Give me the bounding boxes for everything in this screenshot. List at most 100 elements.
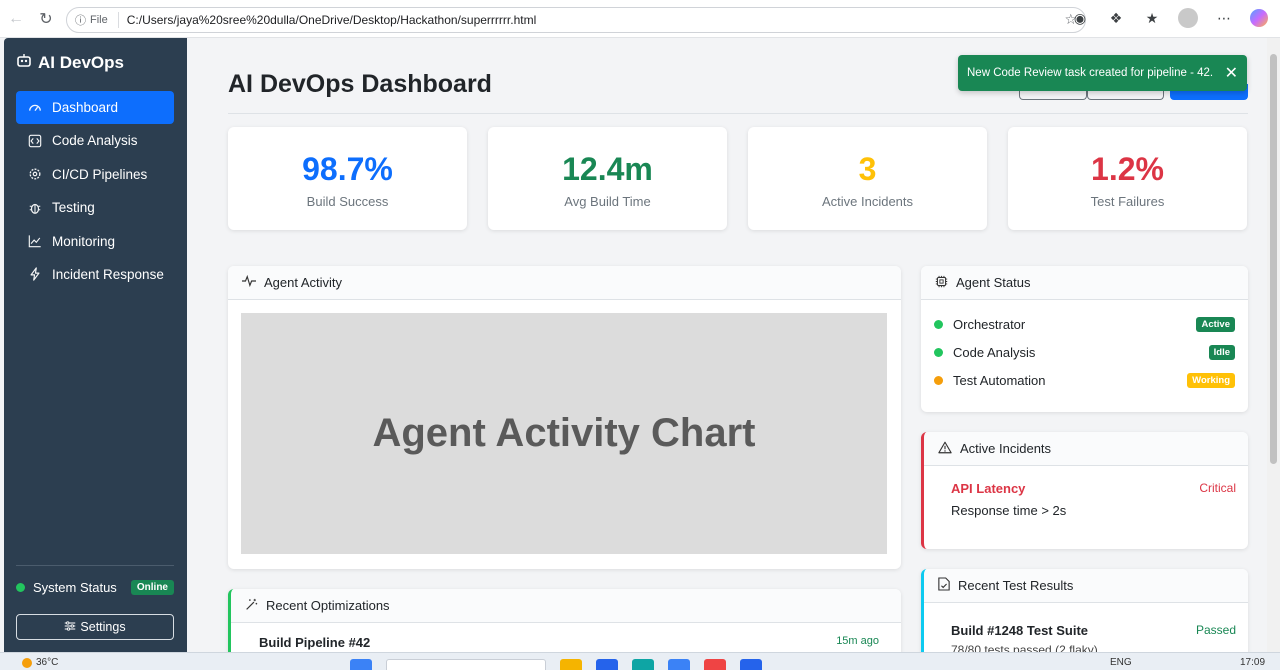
start-icon[interactable] bbox=[350, 659, 372, 670]
gear-icon bbox=[28, 167, 42, 181]
code-square-icon bbox=[28, 134, 42, 148]
sidebar-item-incident-response[interactable]: Incident Response bbox=[16, 258, 174, 291]
address-bar[interactable]: ⓘ File C:/Users/jaya%20sree%20dulla/OneD… bbox=[66, 7, 1086, 33]
sidebar-item-label: Dashboard bbox=[52, 100, 119, 115]
file-label: File bbox=[90, 14, 108, 26]
language-indicator[interactable]: ENG bbox=[1110, 657, 1132, 668]
more-icon[interactable]: ⋯ bbox=[1214, 8, 1234, 28]
agent-name: Orchestrator bbox=[953, 316, 1026, 332]
system-status-label: System Status bbox=[33, 580, 117, 595]
shield-extension-icon[interactable]: ◉ bbox=[1070, 8, 1090, 28]
incident-item[interactable]: API Latency Critical Response time > 2s bbox=[924, 466, 1248, 518]
title-divider bbox=[228, 113, 1248, 114]
status-dot bbox=[16, 583, 25, 592]
page-scrollbar[interactable] bbox=[1267, 38, 1280, 652]
file-chip[interactable]: ⓘ File bbox=[75, 12, 119, 28]
optimization-item[interactable]: Build Pipeline #42 15m ago bbox=[259, 635, 879, 650]
stat-label: Avg Build Time bbox=[564, 194, 651, 209]
back-icon[interactable]: ← bbox=[2, 5, 30, 33]
favorites-icon[interactable]: ★ bbox=[1142, 8, 1162, 28]
card-title: Recent Optimizations bbox=[266, 598, 390, 613]
stat-card-build-success: 98.7% Build Success bbox=[228, 127, 467, 230]
magic-wand-icon bbox=[245, 598, 258, 614]
stat-label: Test Failures bbox=[1090, 194, 1165, 209]
stat-label: Build Success bbox=[306, 194, 389, 209]
sidebar: AI DevOps Dashboard Code Analysis CI/CD … bbox=[4, 38, 187, 652]
cpu-icon bbox=[935, 275, 948, 291]
stat-card-active-incidents: 3 Active Incidents bbox=[748, 127, 987, 230]
card-header: Recent Test Results bbox=[924, 569, 1248, 603]
taskbar-apps bbox=[350, 659, 762, 670]
stat-value: 1.2% bbox=[1091, 151, 1164, 187]
sidebar-item-code-analysis[interactable]: Code Analysis bbox=[16, 124, 174, 157]
graph-up-icon bbox=[28, 234, 42, 248]
stat-card-test-failures: 1.2% Test Failures bbox=[1008, 127, 1247, 230]
sidebar-item-label: Code Analysis bbox=[52, 133, 138, 149]
status-dot bbox=[934, 347, 943, 357]
puzzle-extension-icon[interactable]: ❖ bbox=[1106, 8, 1126, 28]
toast-message: New Code Review task created for pipelin… bbox=[967, 67, 1214, 79]
file-check-icon bbox=[938, 577, 950, 594]
stat-label: Active Incidents bbox=[821, 194, 914, 209]
brand-name: AI DevOps bbox=[38, 52, 124, 72]
close-icon[interactable]: ✕ bbox=[1225, 63, 1238, 83]
activity-icon bbox=[242, 274, 256, 290]
card-header: Active Incidents bbox=[924, 432, 1248, 466]
weather-widget[interactable]: 36°C bbox=[22, 657, 58, 668]
card-header: Agent Activity bbox=[228, 266, 901, 300]
agent-activity-chart-placeholder: Agent Activity Chart bbox=[241, 313, 887, 554]
test-result-name: Build #1248 Test Suite bbox=[951, 623, 1089, 638]
clock[interactable]: 17:09 bbox=[1240, 657, 1265, 668]
card-title: Agent Activity bbox=[264, 275, 343, 290]
stat-value: 3 bbox=[858, 151, 877, 187]
sidebar-item-cicd-pipelines[interactable]: CI/CD Pipelines bbox=[16, 158, 174, 191]
sidebar-item-label: Incident Response bbox=[52, 266, 164, 282]
sidebar-item-monitoring[interactable]: Monitoring bbox=[16, 225, 174, 258]
speedometer-icon bbox=[28, 101, 42, 115]
status-badge: Active bbox=[1196, 316, 1235, 332]
agent-name: Code Analysis bbox=[953, 344, 1036, 360]
app-icon[interactable] bbox=[704, 659, 726, 670]
sidebar-divider bbox=[16, 565, 174, 566]
test-result-item[interactable]: Build #1248 Test Suite Passed 78/80 test… bbox=[924, 603, 1248, 652]
sun-icon bbox=[22, 657, 32, 668]
profile-avatar[interactable] bbox=[1178, 8, 1198, 28]
agent-row-orchestrator: Orchestrator Active bbox=[921, 310, 1248, 338]
browser-app-icon[interactable] bbox=[596, 659, 618, 670]
page-title: AI DevOps Dashboard bbox=[228, 70, 492, 98]
app-icon[interactable] bbox=[740, 659, 762, 670]
card-title: Active Incidents bbox=[960, 441, 1052, 456]
lightning-icon bbox=[28, 267, 42, 282]
scrollbar-thumb[interactable] bbox=[1270, 54, 1277, 464]
sliders-icon bbox=[64, 620, 76, 635]
settings-button[interactable]: Settings bbox=[16, 614, 174, 640]
robot-icon bbox=[16, 52, 32, 73]
copilot-icon[interactable] bbox=[1250, 9, 1268, 27]
brand[interactable]: AI DevOps bbox=[16, 52, 124, 73]
sidebar-item-dashboard[interactable]: Dashboard bbox=[16, 91, 174, 124]
file-explorer-icon[interactable] bbox=[560, 659, 582, 670]
refresh-icon[interactable]: ↻ bbox=[32, 5, 60, 33]
app-icon[interactable] bbox=[632, 659, 654, 670]
status-badge: Online bbox=[130, 580, 174, 595]
agent-status-card: Agent Status Orchestrator Active Code An… bbox=[921, 266, 1248, 412]
sidebar-item-testing[interactable]: Testing bbox=[16, 191, 174, 224]
sidebar-item-label: CI/CD Pipelines bbox=[52, 166, 148, 182]
card-header: Recent Optimizations bbox=[231, 589, 901, 623]
stat-value: 12.4m bbox=[562, 151, 653, 187]
url-text: C:/Users/jaya%20sree%20dulla/OneDrive/De… bbox=[126, 13, 537, 27]
chart-placeholder-text: Agent Activity Chart bbox=[372, 411, 756, 455]
recent-test-results-card: Recent Test Results Build #1248 Test Sui… bbox=[921, 569, 1248, 652]
test-result-status: Passed bbox=[1195, 623, 1236, 637]
agent-row-code-analysis: Code Analysis Idle bbox=[921, 338, 1248, 366]
app-icon[interactable] bbox=[668, 659, 690, 670]
toast-notification: New Code Review task created for pipelin… bbox=[958, 55, 1247, 91]
status-badge: Working bbox=[1187, 372, 1235, 388]
active-incidents-card: Active Incidents API Latency Critical Re… bbox=[921, 432, 1248, 549]
card-title: Recent Test Results bbox=[958, 578, 1074, 593]
info-icon: ⓘ bbox=[75, 15, 86, 27]
status-dot bbox=[934, 375, 943, 385]
taskbar-search-box[interactable] bbox=[386, 659, 546, 670]
browser-toolbar: ← ↻ ⓘ File C:/Users/jaya%20sree%20dulla/… bbox=[0, 0, 1280, 38]
status-dot bbox=[934, 319, 943, 329]
